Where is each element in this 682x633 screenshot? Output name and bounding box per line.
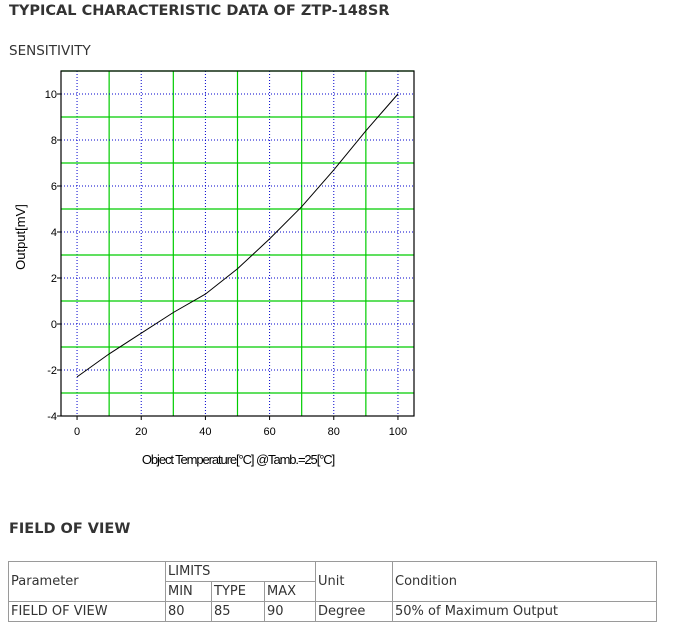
- y-tick-label: 0: [51, 319, 57, 331]
- y-tick-label: 2: [51, 273, 57, 285]
- fov-heading: FIELD OF VIEW: [9, 521, 131, 537]
- condition-cell: 50% of Maximum Output: [392, 601, 657, 622]
- chart-grid: [61, 70, 414, 416]
- type-cell: 85: [211, 601, 265, 622]
- sensitivity-heading: SENSITIVITY: [9, 43, 91, 59]
- unit-header: Unit: [315, 561, 393, 602]
- sensitivity-chart: Output[mV] Object Temperature[°C] @Tamb.…: [13, 70, 415, 467]
- limits-header: LIMITS: [165, 561, 316, 582]
- y-tick-label: 10: [45, 89, 57, 101]
- max-cell: 90: [264, 601, 316, 622]
- page-title: TYPICAL CHARACTERISTIC DATA OF ZTP-148SR: [9, 3, 390, 19]
- unit-cell: Degree: [315, 601, 393, 622]
- x-tick-label: 40: [199, 426, 211, 438]
- table-row: FIELD OF VIEW 80 85 90 Degree 50% of Max…: [8, 601, 657, 622]
- x-tick-label: 0: [74, 426, 80, 438]
- x-tick-label: 60: [263, 426, 275, 438]
- chart-labels: Output[mV] Object Temperature[°C] @Tamb.…: [13, 89, 407, 467]
- x-tick-label: 100: [389, 426, 407, 438]
- y-tick-label: 6: [51, 181, 57, 193]
- y-axis-label: Output[mV]: [13, 204, 28, 270]
- y-tick-label: -2: [47, 365, 57, 377]
- x-axis-label: Object Temperature[°C] @Tamb.=25[°C]: [142, 452, 335, 467]
- parameter-header: Parameter: [8, 561, 166, 602]
- y-tick-label: -4: [47, 411, 57, 423]
- min-cell: 80: [165, 601, 212, 622]
- fov-table: Parameter LIMITS Unit Condition MIN TYPE…: [8, 561, 657, 622]
- y-tick-label: 8: [51, 135, 57, 147]
- table-header-row: Parameter LIMITS Unit Condition: [8, 561, 657, 602]
- parameter-cell: FIELD OF VIEW: [8, 601, 166, 622]
- y-tick-label: 4: [51, 227, 57, 239]
- max-header: MAX: [264, 581, 316, 602]
- type-header: TYPE: [211, 581, 265, 602]
- chart-axes: [57, 70, 415, 420]
- condition-header: Condition: [392, 561, 657, 602]
- x-tick-label: 20: [135, 426, 147, 438]
- x-tick-label: 80: [328, 426, 340, 438]
- min-header: MIN: [165, 581, 212, 602]
